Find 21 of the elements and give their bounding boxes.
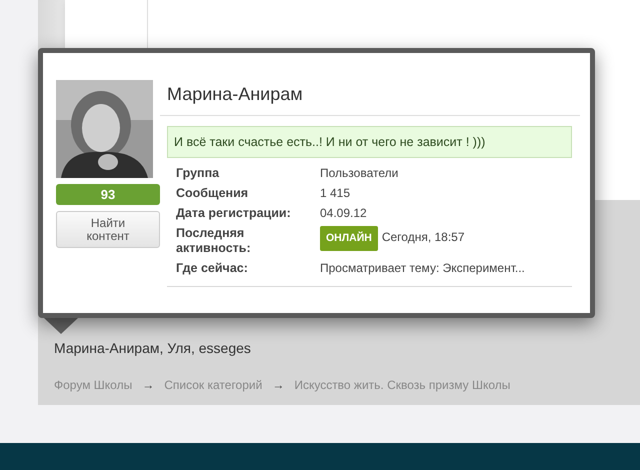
profile-name: Марина-Анирам — [160, 80, 580, 116]
field-value: 04.09.12 — [320, 206, 368, 221]
find-content-button[interactable]: Найти контент — [56, 211, 160, 248]
breadcrumb-link[interactable]: Список категорий — [164, 378, 262, 392]
online-badge: ОНЛАЙН — [320, 226, 378, 251]
field-label: Сообщения — [176, 186, 250, 201]
field-value: 1 415 — [320, 186, 352, 201]
breadcrumb-separator: → — [272, 378, 284, 392]
field-label: Группа — [176, 166, 220, 181]
field-value: Пользователи — [320, 166, 400, 181]
field-label: Где сейчас: — [176, 261, 249, 276]
field-label: Дата регистрации: — [176, 206, 292, 221]
field-value: Сегодня, 18:57 — [382, 229, 465, 245]
status-message: И всё таки счастье есть..! И ни от чего не зависит ! ))) — [167, 126, 572, 158]
field-value: Просматривает тему: Эксперимент... — [320, 261, 526, 276]
reputation-score: 93 — [56, 184, 160, 205]
breadcrumb-link[interactable]: Искусство жить. Сквозь призму Школы — [294, 378, 510, 392]
breadcrumb-separator: → — [142, 378, 154, 392]
breadcrumb-link[interactable]: Форум Школы — [54, 378, 132, 392]
field-label: Последняя активность: — [176, 226, 252, 256]
online-users-list: Марина-Анирам, Уля, esseges — [54, 340, 640, 356]
